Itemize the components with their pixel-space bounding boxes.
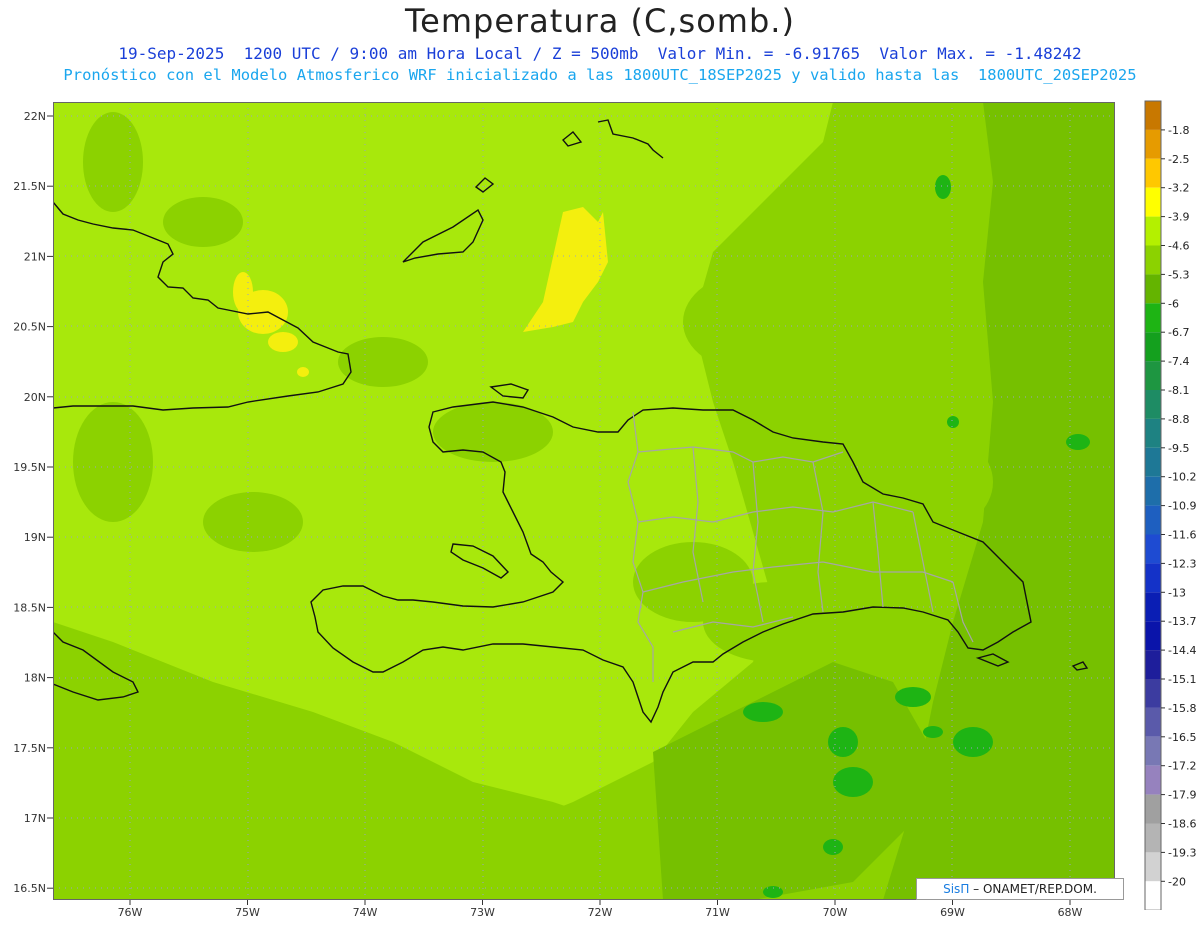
colorbar-swatch xyxy=(1145,216,1161,246)
lat-label: 19.5N xyxy=(13,461,46,474)
colorbar-swatch xyxy=(1145,418,1161,448)
credit-text: – ONAMET/REP.DOM. xyxy=(973,882,1097,896)
colorbar-label: -3.9 xyxy=(1168,211,1189,224)
colorbar-swatch xyxy=(1145,476,1161,506)
colorbar-label: -15.8 xyxy=(1168,702,1196,715)
colorbar-swatch xyxy=(1145,101,1161,130)
colorbar-label: -16.5 xyxy=(1168,731,1196,744)
colorbar-label: -17.2 xyxy=(1168,760,1196,773)
colorbar-swatch xyxy=(1145,881,1161,910)
credit-box: SisΠ – ONAMET/REP.DOM. xyxy=(916,878,1124,900)
credit-brand: SisΠ xyxy=(943,882,970,896)
colorbar-label: -12.3 xyxy=(1168,557,1196,570)
lat-label: 18N xyxy=(24,672,46,685)
colorbar-label: -9.5 xyxy=(1168,442,1189,455)
colorbar-swatch xyxy=(1145,852,1161,882)
colorbar-label: -3.2 xyxy=(1168,182,1189,195)
colorbar-label: -4.6 xyxy=(1168,240,1189,253)
lat-label: 16.5N xyxy=(13,882,46,895)
colorbar-label: -18.6 xyxy=(1168,818,1196,831)
colorbar-swatch xyxy=(1145,303,1161,333)
colorbar-label: -1.8 xyxy=(1168,124,1189,137)
colorbar-swatch xyxy=(1145,823,1161,853)
colorbar-swatch xyxy=(1145,187,1161,217)
axis-labels: 22N 21.5N 21N 20.5N 20N 19.5N 19N 18.5N 18N 17.5N… xyxy=(13,110,1083,919)
colorbar-swatch xyxy=(1145,765,1161,795)
colorbar-label: -8.1 xyxy=(1168,384,1189,397)
colorbar-swatch xyxy=(1145,274,1161,304)
lon-label: 71W xyxy=(705,906,730,919)
colorbar-swatch xyxy=(1145,534,1161,564)
colorbar-label: -6.7 xyxy=(1168,326,1189,339)
colorbar-swatch xyxy=(1145,158,1161,188)
colorbar-swatch xyxy=(1145,650,1161,679)
lon-label: 74W xyxy=(353,906,378,919)
lon-label: 73W xyxy=(470,906,495,919)
colorbar-label: -8.8 xyxy=(1168,413,1189,426)
lat-label: 21N xyxy=(24,250,46,263)
lon-label: 68W xyxy=(1058,906,1083,919)
lat-label: 22N xyxy=(24,110,46,123)
colorbar-swatch xyxy=(1145,245,1161,275)
colorbar-swatch xyxy=(1145,390,1161,419)
colorbar-label: -11.6 xyxy=(1168,529,1196,542)
colorbar-label: -17.9 xyxy=(1168,789,1196,802)
colorbar-label: -2.5 xyxy=(1168,153,1189,166)
colorbar-swatch xyxy=(1145,447,1161,477)
colorbar-label: -19.3 xyxy=(1168,846,1196,859)
colorbar-swatch xyxy=(1145,621,1161,651)
lat-label: 19N xyxy=(24,531,46,544)
lat-label: 18.5N xyxy=(13,601,46,614)
colorbar-swatch xyxy=(1145,129,1161,159)
lon-label: 75W xyxy=(235,906,260,919)
lat-label: 17N xyxy=(24,812,46,825)
colorbar-label: -5.3 xyxy=(1168,268,1189,281)
colorbar-swatch xyxy=(1145,563,1161,593)
lon-label: 70W xyxy=(823,906,848,919)
colorbar-label: -20 xyxy=(1168,875,1186,888)
colorbar-swatch xyxy=(1145,707,1161,737)
lat-label: 20.5N xyxy=(13,321,46,334)
colorbar-label: -15.1 xyxy=(1168,673,1196,686)
colorbar-swatch xyxy=(1145,794,1161,824)
colorbar-label: -7.4 xyxy=(1168,355,1189,368)
lon-label: 76W xyxy=(118,906,143,919)
colorbar-label: -13 xyxy=(1168,586,1186,599)
colorbar-label: -6 xyxy=(1168,297,1179,310)
colorbar-swatch xyxy=(1145,361,1161,390)
colorbar-label: -10.2 xyxy=(1168,471,1196,484)
lon-label: 69W xyxy=(940,906,965,919)
colorbar-swatch xyxy=(1145,592,1161,622)
lat-label: 20N xyxy=(24,391,46,404)
colorbar-label: -13.7 xyxy=(1168,615,1196,628)
lat-label: 21.5N xyxy=(13,180,46,193)
colorbar-label: -14.4 xyxy=(1168,644,1196,657)
colorbar-swatch xyxy=(1145,736,1161,766)
colorbar: -1.8 -2.5 -3.2 -3.9 -4.6 -5.3 -6 -6.7 -7.4 -8.1 -8… xyxy=(1144,100,1196,910)
lon-label: 72W xyxy=(588,906,613,919)
colorbar-swatch xyxy=(1145,332,1161,362)
colorbar-swatch xyxy=(1145,505,1161,535)
colorbar-label: -10.9 xyxy=(1168,500,1196,513)
lat-label: 17.5N xyxy=(13,742,46,755)
colorbar-swatch xyxy=(1145,679,1161,708)
